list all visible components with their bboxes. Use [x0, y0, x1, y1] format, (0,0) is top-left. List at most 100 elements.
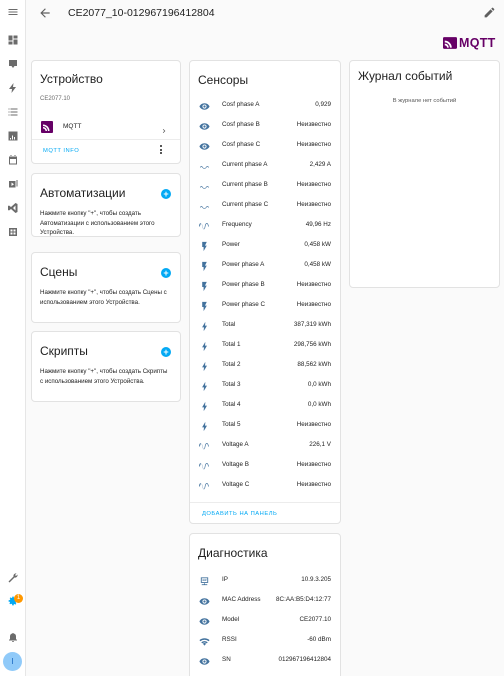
developer-tools-icon[interactable] [5, 570, 21, 586]
sensor-name: Total 3 [222, 380, 241, 388]
diagnostic-value: 012967196412804 [278, 655, 331, 663]
sensor-row[interactable]: Total 5 Неизвестно [190, 414, 340, 434]
diagnostic-value: 10.9.3.205 [301, 575, 331, 583]
sensor-name: Current phase B [222, 180, 268, 188]
logbook-title: Журнал событий [358, 69, 453, 83]
add-script-icon[interactable]: + [161, 347, 171, 357]
calendar-icon[interactable] [5, 152, 21, 168]
sensors-title: Сенсоры [198, 73, 249, 87]
media-icon[interactable] [5, 176, 21, 192]
back-arrow-icon[interactable] [38, 6, 52, 20]
scripts-card: Скрипты + Нажмите кнопку "+", чтобы созд… [31, 331, 181, 402]
diagnostic-row[interactable]: RSSI -60 dBm [190, 629, 340, 649]
top-bar: CE2077_10-012967196412804 [26, 0, 504, 26]
sensor-name: Power phase B [222, 280, 265, 288]
add-scene-icon[interactable]: + [161, 268, 171, 278]
flash-icon [199, 259, 210, 271]
integration-row-mqtt[interactable]: MQTT [32, 115, 180, 137]
sensor-row[interactable]: Cosf phase A 0,929 [190, 94, 340, 114]
automations-card: Автоматизации + Нажмите кнопку "+", чтоб… [31, 173, 181, 237]
diagnostic-row[interactable]: MAC Address 8C:AA:B5:D4:12:77 [190, 589, 340, 609]
mqtt-info-button[interactable]: MQTT INFO [43, 148, 79, 154]
chevron-right-icon [160, 122, 168, 133]
notifications-icon[interactable] [5, 629, 21, 645]
diagnostic-name: RSSI [222, 635, 237, 643]
sensor-value: 298,756 kWh [293, 340, 331, 348]
sensor-value: 226,1 V [309, 440, 331, 448]
sensor-row[interactable]: Voltage A 226,1 V [190, 434, 340, 454]
sensor-row[interactable]: Power phase B Неизвестно [190, 274, 340, 294]
flash-icon [199, 239, 210, 251]
more-vertical-icon[interactable] [159, 145, 163, 155]
sensor-value: Неизвестно [296, 300, 331, 308]
sensor-row[interactable]: Voltage C Неизвестно [190, 474, 340, 494]
history-icon[interactable] [5, 128, 21, 144]
sensor-row[interactable]: Power phase C Неизвестно [190, 294, 340, 314]
diagnostic-value: 8C:AA:B5:D4:12:77 [276, 595, 331, 603]
sensor-row[interactable]: Current phase C Неизвестно [190, 194, 340, 214]
diagnostic-name: MAC Address [222, 595, 261, 603]
add-to-panel-button[interactable]: ДОБАВИТЬ НА ПАНЕЛЬ [202, 511, 277, 517]
sine-wave-icon [199, 459, 210, 470]
map-icon[interactable] [5, 56, 21, 72]
logbook-icon[interactable] [5, 104, 21, 120]
vscode-icon[interactable] [5, 200, 21, 216]
sensor-name: Total 2 [222, 360, 241, 368]
diagnostic-row[interactable]: SN 012967196412804 [190, 649, 340, 669]
sensor-value: 0,0 kWh [307, 380, 331, 388]
pencil-icon[interactable] [483, 6, 496, 19]
sine-wave-icon [199, 219, 210, 230]
sensor-name: Voltage B [222, 460, 249, 468]
page-title: CE2077_10-012967196412804 [68, 7, 215, 19]
sensor-row[interactable]: Total 387,319 kWh [190, 314, 340, 334]
sensor-value: 0,0 kWh [307, 400, 331, 408]
sensor-value: Неизвестно [296, 420, 331, 428]
sensor-row[interactable]: Total 1 298,756 kWh [190, 334, 340, 354]
diagnostics-title: Диагностика [198, 546, 268, 560]
sensor-value: 2,429 A [309, 160, 331, 168]
sensor-row[interactable]: Total 3 0,0 kWh [190, 374, 340, 394]
sensor-row[interactable]: Total 4 0,0 kWh [190, 394, 340, 414]
scripts-description: Нажмите кнопку "+", чтобы создать Скрипт… [40, 368, 168, 385]
sensor-name: Frequency [222, 220, 252, 228]
sensor-name: Total 5 [222, 420, 241, 428]
ip-network-icon [199, 574, 210, 585]
sensor-row[interactable]: Power 0,458 kW [190, 234, 340, 254]
diagnostic-row[interactable]: IP 10.9.3.205 [190, 569, 340, 589]
flash-icon [199, 299, 210, 311]
sensor-value: 88,562 kWh [297, 360, 331, 368]
sensor-name: Total 1 [222, 340, 241, 348]
user-avatar[interactable]: I [3, 652, 22, 671]
sine-wave-icon [199, 479, 210, 490]
sensor-row[interactable]: Frequency 49,96 Hz [190, 214, 340, 234]
sensor-name: Voltage A [222, 440, 249, 448]
sensor-row[interactable]: Current phase B Неизвестно [190, 174, 340, 194]
current-ac-icon [199, 179, 210, 190]
overview-icon[interactable] [5, 32, 21, 48]
sensor-name: Cosf phase A [222, 100, 260, 108]
sidebar: 1 I [0, 0, 26, 676]
sensor-value: Неизвестно [296, 460, 331, 468]
eye-icon [199, 139, 210, 150]
device-model: CE2077.10 [40, 96, 71, 102]
sensor-row[interactable]: Cosf phase C Неизвестно [190, 134, 340, 154]
diagnostic-row[interactable]: Model CE2077.10 [190, 609, 340, 629]
flash-icon [199, 279, 210, 291]
menu-icon[interactable] [5, 4, 21, 20]
notification-badge: 1 [14, 594, 23, 603]
scenes-title: Сцены [40, 265, 78, 279]
eye-icon [199, 594, 210, 605]
hacs-icon[interactable] [5, 224, 21, 240]
sensor-row[interactable]: Voltage B Неизвестно [190, 454, 340, 474]
add-automation-icon[interactable]: + [161, 189, 171, 199]
lightning-icon [199, 399, 210, 411]
sensor-name: Total [222, 320, 236, 328]
energy-icon[interactable] [5, 80, 21, 96]
sensor-row[interactable]: Current phase A 2,429 A [190, 154, 340, 174]
sensor-row[interactable]: Cosf phase B Неизвестно [190, 114, 340, 134]
automations-title: Автоматизации [40, 186, 126, 200]
sensor-row[interactable]: Total 2 88,562 kWh [190, 354, 340, 374]
sensor-value: 0,458 kW [304, 240, 331, 248]
sensor-row[interactable]: Power phase A 0,458 kW [190, 254, 340, 274]
scripts-title: Скрипты [40, 344, 88, 358]
